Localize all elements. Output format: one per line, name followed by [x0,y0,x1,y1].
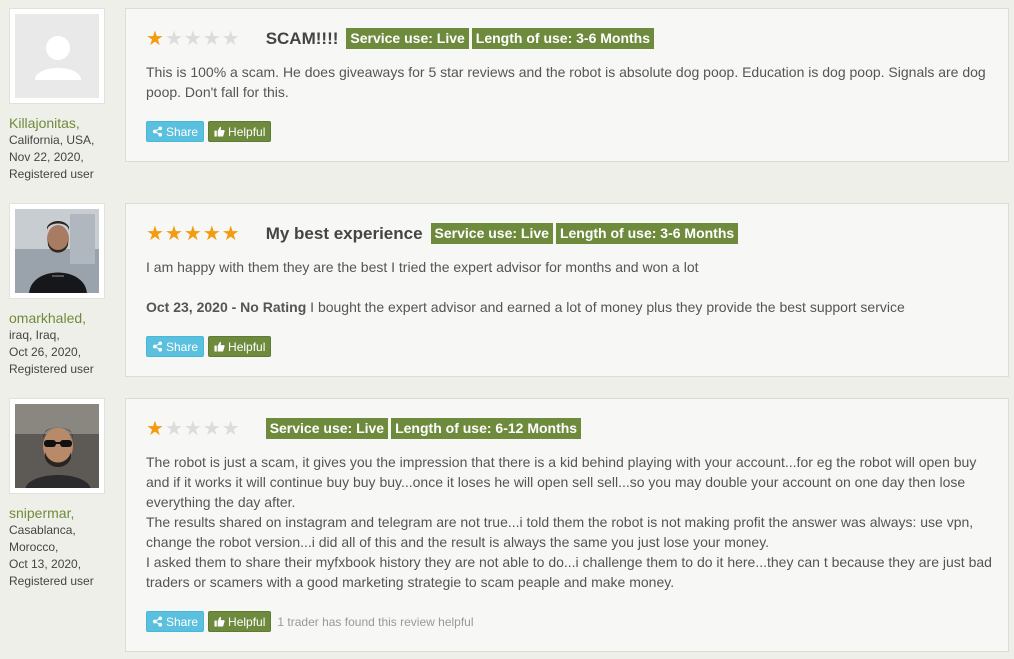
helpful-label: Helpful [228,614,266,629]
star-icon: ★ [183,222,202,245]
user-info: snipermar, Casablanca, Morocco, Oct 13, … [9,505,119,590]
star-icon: ★ [164,222,183,245]
star-icon: ★ [146,417,164,440]
review-paragraph: I asked them to share their myfxbook his… [146,554,992,590]
star-icon: ★ [146,222,164,245]
star-icon: ★ [202,27,221,50]
share-label: Share [166,614,199,629]
helpful-button[interactable]: Helpful [208,121,272,142]
thumbs-up-icon [214,126,225,137]
helpful-button[interactable]: Helpful [208,611,272,632]
star-icon: ★ [202,417,221,440]
share-icon [152,126,163,137]
review-title: My best experience [265,223,423,243]
user-info: omarkhaled, iraq, Iraq, Oct 26, 2020, Re… [9,310,119,378]
review-header: ★ ★ ★ ★ ★ My best experience Service use… [146,223,741,244]
share-label: Share [166,339,199,354]
review-card: ★ ★ ★ ★ ★ My best experience Service use… [125,203,1009,377]
review-actions: Share Helpful [146,336,275,357]
helpful-button[interactable]: Helpful [208,336,272,357]
review-card: ★ ★ ★ ★ ★ SCAM!!!! Service use: Live Len… [125,8,1009,162]
star-icon: ★ [164,417,183,440]
review-text: This is 100% a scam. He does giveaways f… [146,64,986,100]
review-date: Oct 26, 2020, [9,345,82,359]
length-of-use-badge: Length of use: 3-6 Months [555,223,739,244]
star-rating: ★ ★ ★ ★ ★ [146,29,240,49]
default-user-icon [15,14,99,98]
user-location: Casablanca, Morocco, [9,523,76,554]
review-header: ★ ★ ★ ★ ★ SCAM!!!! Service use: Live Len… [146,28,657,49]
star-icon: ★ [183,417,202,440]
share-icon [152,341,163,352]
helpful-label: Helpful [228,339,266,354]
length-of-use-badge: Length of use: 6-12 Months [391,418,582,439]
user-info: Killajonitas,, California, USA, Nov 22, … [9,115,119,183]
review-date: Oct 13, 2020, [9,557,82,571]
length-of-use-badge: Length of use: 3-6 Months [471,28,655,49]
user-photo [15,404,99,488]
thumbs-up-icon [214,616,225,627]
user-role: Registered user [9,167,94,181]
thumbs-up-icon [214,341,225,352]
review-actions: Share Helpful 1 trader has found this re… [146,611,474,632]
star-rating: ★ ★ ★ ★ ★ [146,224,240,244]
review-update: Oct 23, 2020 - No Rating I bought the ex… [146,297,994,317]
avatar[interactable] [9,203,105,299]
user-name-link[interactable]: omarkhaled, [9,310,119,327]
review-paragraph: The robot is just a scam, it gives you t… [146,454,977,510]
star-icon: ★ [183,27,202,50]
helpful-count: 1 trader has found this review helpful [277,614,474,629]
share-button[interactable]: Share [146,121,205,142]
user-location: iraq, Iraq, [9,328,60,342]
update-date: Oct 23, 2020 - No Rating [146,299,307,315]
helpful-label: Helpful [228,124,266,139]
review-text: The robot is just a scam, it gives you t… [146,452,994,592]
user-location: California, USA, [9,133,95,147]
user-photo [15,209,99,293]
user-name-link[interactable]: Killajonitas, [9,115,119,132]
share-icon [152,616,163,627]
avatar[interactable] [9,398,105,494]
review-title: SCAM!!!! [265,28,339,48]
review-actions: Share Helpful [146,121,275,142]
user-role: Registered user [9,362,94,376]
star-icon: ★ [221,27,240,50]
star-icon: ★ [221,222,240,245]
service-use-badge: Service use: Live [430,223,553,244]
service-use-badge: Service use: Live [265,418,389,439]
review-paragraph: I am happy with them they are the best I… [146,259,699,275]
review-header: ★ ★ ★ ★ ★ Service use: Live Length of us… [146,418,584,439]
share-label: Share [166,124,199,139]
star-icon: ★ [164,27,183,50]
star-rating: ★ ★ ★ ★ ★ [146,419,240,439]
user-role: Registered user [9,574,94,588]
service-use-badge: Service use: Live [346,28,469,49]
star-icon: ★ [221,417,240,440]
review-card: ★ ★ ★ ★ ★ Service use: Live Length of us… [125,398,1009,652]
star-icon: ★ [146,27,164,50]
share-button[interactable]: Share [146,336,205,357]
review-text: I am happy with them they are the best I… [146,257,994,317]
star-icon: ★ [202,222,221,245]
user-name-link[interactable]: snipermar, [9,505,119,522]
update-text: I bought the expert advisor and earned a… [306,299,905,315]
avatar[interactable] [9,8,105,104]
review-paragraph: The results shared on instagram and tele… [146,514,974,550]
review-date: Nov 22, 2020, [9,150,84,164]
share-button[interactable]: Share [146,611,205,632]
